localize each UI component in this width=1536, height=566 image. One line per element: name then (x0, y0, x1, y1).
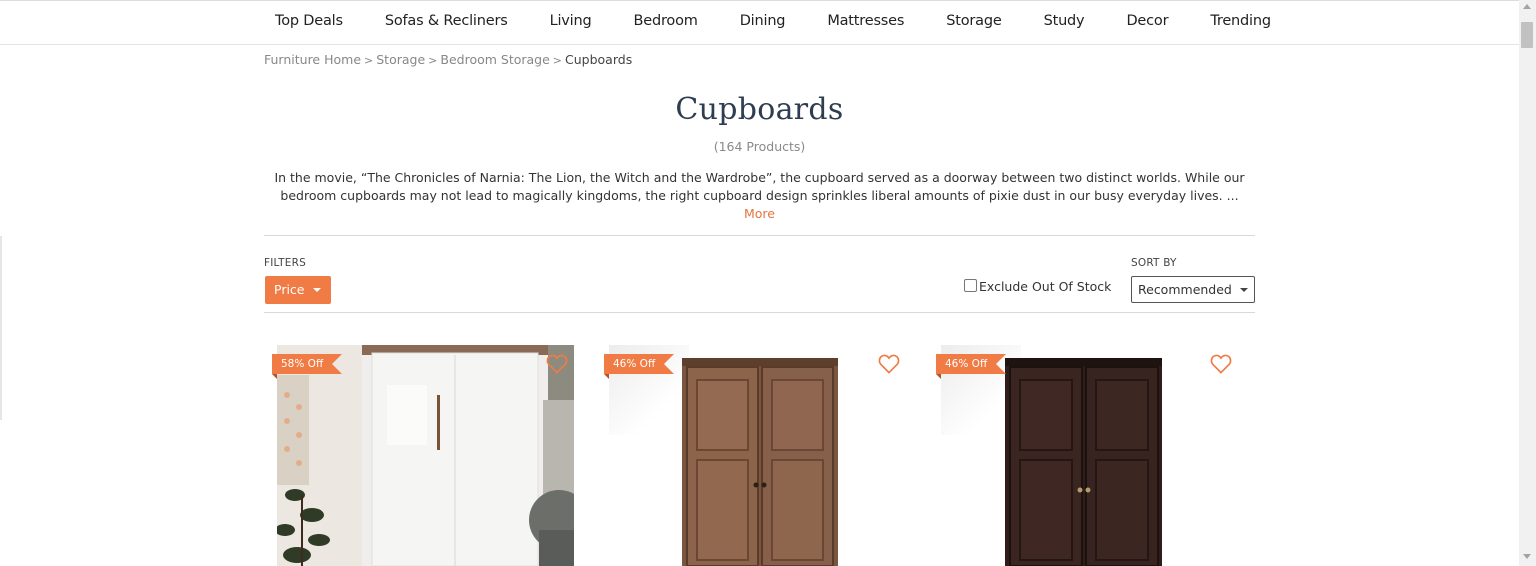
product-card[interactable]: 46% Off (596, 345, 902, 566)
nav-item-top-deals[interactable]: Top Deals (254, 1, 364, 44)
scroll-thumb[interactable] (1521, 22, 1533, 48)
chevron-down-icon (1240, 288, 1248, 292)
breadcrumb-separator: > (364, 54, 374, 67)
breadcrumb: Furniture Home > Storage > Bedroom Storage > C… (264, 52, 632, 67)
filters-label: FILTERS (264, 257, 306, 269)
product-card[interactable]: 46% Off (928, 345, 1234, 566)
discount-badge: 58% Off (272, 354, 342, 379)
product-photo (277, 345, 574, 566)
nav-item-storage[interactable]: Storage (925, 1, 1022, 44)
nav-item-sofas-recliners[interactable]: Sofas & Recliners (364, 1, 529, 44)
product-photo (682, 358, 838, 566)
nav-item-trending[interactable]: Trending (1189, 1, 1292, 44)
heart-outline-icon[interactable] (1210, 354, 1232, 374)
side-panel-edge (0, 236, 2, 420)
sort-by-select[interactable]: Recommended (1131, 276, 1255, 303)
price-filter-label: Price (274, 282, 305, 297)
page-title: Cupboards (675, 92, 844, 127)
description-text: In the movie, “The Chronicles of Narnia:… (274, 170, 1245, 203)
top-navigation: Top Deals Sofas & Recliners Living Bedro… (0, 0, 1519, 45)
exclude-out-of-stock-label: Exclude Out Of Stock (979, 279, 1112, 294)
discount-badge: 46% Off (936, 354, 1006, 379)
nav-item-decor[interactable]: Decor (1105, 1, 1189, 44)
price-filter-button[interactable]: Price (265, 276, 331, 304)
divider (264, 235, 1255, 236)
sort-by-label: SORT BY (1131, 257, 1177, 269)
product-image-white-wardrobe[interactable] (277, 345, 574, 566)
vertical-scrollbar[interactable] (1519, 0, 1536, 566)
chevron-down-icon (313, 288, 321, 292)
read-more-link[interactable]: More (744, 206, 775, 221)
product-photo (1005, 358, 1162, 566)
scroll-up-arrow-icon[interactable] (1523, 4, 1531, 9)
nav-item-bedroom[interactable]: Bedroom (613, 1, 719, 44)
product-image-mahogany-wardrobe[interactable] (941, 345, 1234, 566)
nav-item-living[interactable]: Living (529, 1, 613, 44)
nav-item-mattresses[interactable]: Mattresses (806, 1, 925, 44)
exclude-out-of-stock-checkbox[interactable] (964, 278, 977, 292)
nav-menu: Top Deals Sofas & Recliners Living Bedro… (254, 1, 1271, 44)
category-description: In the movie, “The Chronicles of Narnia:… (264, 169, 1255, 223)
breadcrumb-furniture-home[interactable]: Furniture Home (264, 52, 361, 67)
exclude-out-of-stock[interactable]: Exclude Out Of Stock (964, 278, 1112, 294)
product-count: (164 Products) (713, 139, 806, 154)
heart-outline-icon[interactable] (878, 354, 900, 374)
divider (264, 312, 1255, 313)
product-card[interactable]: 58% Off (264, 345, 574, 566)
scroll-down-arrow-icon[interactable] (1523, 554, 1531, 559)
breadcrumb-bedroom-storage[interactable]: Bedroom Storage (440, 52, 549, 67)
nav-item-study[interactable]: Study (1023, 1, 1106, 44)
discount-badge: 46% Off (604, 354, 674, 379)
nav-item-dining[interactable]: Dining (719, 1, 807, 44)
product-image-walnut-wardrobe[interactable] (609, 345, 902, 566)
breadcrumb-current: Cupboards (565, 52, 633, 67)
breadcrumb-separator: > (428, 54, 438, 67)
heart-outline-icon[interactable] (546, 354, 568, 374)
breadcrumb-separator: > (552, 54, 563, 67)
sort-by-value: Recommended (1138, 282, 1232, 297)
breadcrumb-storage[interactable]: Storage (376, 52, 425, 67)
